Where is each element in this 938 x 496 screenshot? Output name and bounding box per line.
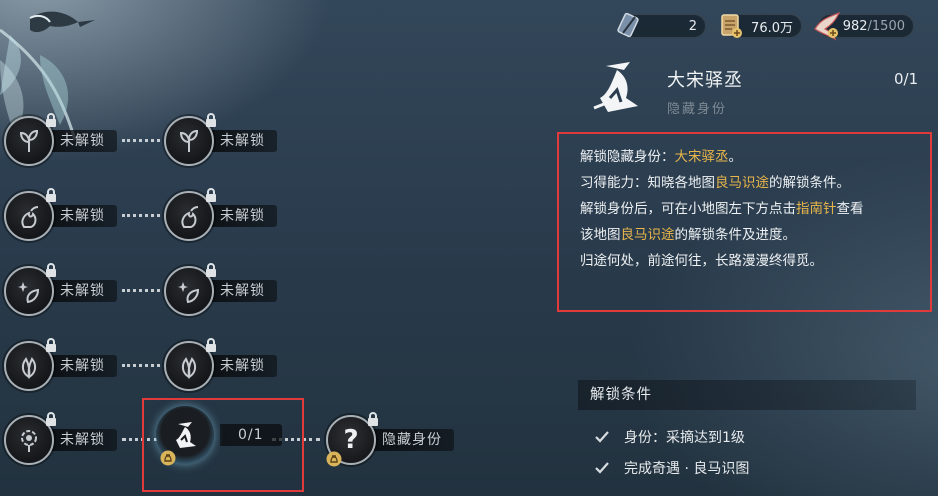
- node-label: 未解锁: [210, 355, 277, 377]
- identity-description: 解锁隐藏身份：大宋驿丞。 习得能力：知晓各地图良马识途的解锁条件。 解锁身份后，…: [580, 144, 920, 274]
- sparkle-leaf-icon: [18, 282, 40, 304]
- lock-icon: [206, 338, 216, 352]
- identity-node-r1c1[interactable]: 未解锁: [4, 113, 117, 166]
- identity-node-r3c2[interactable]: 未解锁: [164, 263, 277, 316]
- scroll-currency-icon: [721, 14, 742, 38]
- node-label: 未解锁: [210, 130, 277, 152]
- crane-amount: 982/1500: [842, 18, 905, 34]
- desc-line-1: 解锁隐藏身份：大宋驿丞。: [580, 149, 742, 165]
- node-label: 未解锁: [50, 280, 117, 302]
- desc-line-5: 归途何处，前途何往，长路漫漫终得觅。: [580, 253, 823, 269]
- node-label: 未解锁: [210, 205, 277, 227]
- flame-leaf-icon: [181, 206, 199, 228]
- lock-icon: [206, 188, 216, 202]
- crane-bird-icon: [814, 11, 841, 41]
- flame-leaf-icon: [21, 206, 39, 228]
- node-label: 未解锁: [210, 280, 277, 302]
- resource-slot-currency[interactable]: 76.0万: [721, 14, 802, 38]
- hidden-identity-node[interactable]: ? 隐藏身份: [326, 412, 454, 467]
- quill-ticket-icon: [617, 12, 639, 38]
- resource-slot-tickets[interactable]: 2: [617, 12, 706, 38]
- lock-icon: [206, 263, 216, 277]
- twin-leaf-icon: [181, 357, 197, 379]
- node-label: 未解锁: [50, 355, 117, 377]
- identity-node-r2c1[interactable]: 未解锁: [4, 188, 117, 241]
- condition-item-1: 身份：采摘达到1级: [594, 427, 745, 447]
- connector-row2: [122, 214, 160, 219]
- sparkle-leaf-icon: [178, 282, 200, 304]
- lock-icon: [368, 412, 378, 426]
- desc-line-2: 习得能力：知晓各地图良马识途的解锁条件。: [580, 175, 850, 191]
- identity-node-r4c1[interactable]: 未解锁: [4, 338, 117, 391]
- lock-icon: [46, 412, 56, 426]
- desc-line-4: 该地图良马识途的解锁条件及进度。: [580, 227, 796, 243]
- selected-node-highlight: [142, 398, 304, 492]
- node-label: 未解锁: [50, 429, 117, 451]
- connector-row4: [122, 364, 160, 369]
- condition-item-2: 完成奇遇 · 良马识图: [594, 458, 749, 478]
- flower-icon: [21, 430, 37, 452]
- identity-node-r2c2[interactable]: 未解锁: [164, 188, 277, 241]
- identity-node-r3c1[interactable]: 未解锁: [4, 263, 117, 316]
- check-icon: [595, 462, 609, 474]
- desc-line-3: 解锁身份后，可在小地图左下方点击指南针查看: [580, 201, 864, 217]
- unlock-conditions-header: 解锁条件: [578, 380, 916, 410]
- lock-icon: [206, 113, 216, 127]
- money-bag-icon: [326, 451, 342, 467]
- lock-icon: [46, 188, 56, 202]
- resource-slot-crane[interactable]: 982/1500: [814, 11, 914, 41]
- identity-node-r5c1[interactable]: 未解锁: [4, 412, 117, 465]
- node-label: 未解锁: [50, 205, 117, 227]
- check-icon: [595, 431, 609, 443]
- identity-subtitle: 隐藏身份: [667, 102, 728, 117]
- connector-row1: [122, 139, 160, 144]
- identity-emblem-icon: [593, 62, 638, 112]
- identity-count: 0/1: [894, 70, 919, 88]
- lock-icon: [46, 338, 56, 352]
- sprout-icon: [179, 129, 199, 152]
- lock-icon: [46, 263, 56, 277]
- sprout-icon: [19, 129, 39, 152]
- twin-leaf-icon: [21, 357, 37, 379]
- identity-title: 大宋驿丞: [667, 70, 743, 91]
- node-label: 未解锁: [50, 130, 117, 152]
- hidden-identity-label: 隐藏身份: [372, 429, 454, 451]
- currency-amount: 76.0万: [751, 20, 793, 36]
- connector-row3: [122, 289, 160, 294]
- ticket-count: 2: [688, 18, 697, 34]
- identity-node-r1c2[interactable]: 未解锁: [164, 113, 277, 166]
- question-mark-icon: ?: [343, 425, 359, 455]
- identity-node-r4c2[interactable]: 未解锁: [164, 338, 277, 391]
- lock-icon: [46, 113, 56, 127]
